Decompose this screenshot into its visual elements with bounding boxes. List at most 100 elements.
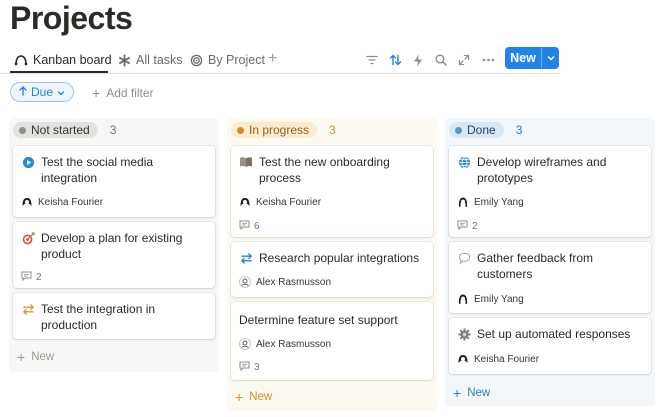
card-title: Test the integration in production xyxy=(21,301,207,333)
sort-chip-due[interactable]: Due xyxy=(10,82,75,102)
task-card[interactable]: Set up automated responses Keisha Fourie… xyxy=(449,318,651,374)
card-title: Set up automated responses xyxy=(457,326,643,342)
plus-icon[interactable]: + xyxy=(268,50,277,68)
comment-count: 3 xyxy=(239,361,260,374)
new-button[interactable]: New xyxy=(505,47,559,69)
tab-label: All tasks xyxy=(136,53,183,67)
more-icon[interactable] xyxy=(481,53,495,67)
task-card[interactable]: Develop a plan for existing product 2 xyxy=(13,222,215,288)
tab-all-tasks[interactable]: All tasks xyxy=(117,50,183,70)
gear-icon xyxy=(457,327,471,341)
card-title-text: Develop a plan for existing product xyxy=(41,231,183,261)
expand-icon[interactable] xyxy=(457,53,471,67)
card-title-text: Determine feature set support xyxy=(239,313,398,327)
assignee: Alex Rasmusson xyxy=(239,276,331,288)
add-card-button[interactable]: + New xyxy=(235,389,272,405)
plus-icon: + xyxy=(17,349,26,365)
task-card[interactable]: Gather feedback from customers Emily Yan… xyxy=(449,242,651,313)
card-title: Test the new onboarding process xyxy=(239,154,425,186)
add-filter-button[interactable]: + Add filter xyxy=(92,85,154,101)
column-header: In progress 3 xyxy=(227,118,437,142)
comment-count: 2 xyxy=(21,271,42,284)
column-header: Done 3 xyxy=(445,118,655,142)
book-icon xyxy=(239,155,253,169)
status-badge: Not started xyxy=(13,122,98,138)
swap-arrows-icon xyxy=(21,302,35,316)
card-title-text: Test the integration in production xyxy=(41,302,156,332)
plus-icon: + xyxy=(92,85,101,101)
comment-count: 2 xyxy=(457,220,478,233)
add-card-button[interactable]: + New xyxy=(17,349,54,365)
task-card[interactable]: Test the new onboarding process Keisha F… xyxy=(231,146,433,237)
chevron-down-icon xyxy=(57,85,65,99)
comment-icon xyxy=(457,220,468,233)
assignee: Emily Yang xyxy=(457,196,524,208)
status-label: Not started xyxy=(31,123,90,137)
tab-by-project[interactable]: By Project xyxy=(189,50,265,70)
assignee-name: Alex Rasmusson xyxy=(256,276,332,288)
comment-icon xyxy=(239,220,250,233)
status-label: In progress xyxy=(249,123,310,137)
assignee: Alex Rasmusson xyxy=(239,338,331,350)
search-icon[interactable] xyxy=(434,53,448,67)
assignee-name: Keisha Fourier xyxy=(256,196,322,208)
target-dart-icon xyxy=(21,231,35,245)
avatar xyxy=(239,338,251,350)
card-title-text: Research popular integrations xyxy=(259,251,420,265)
avatar xyxy=(457,293,469,305)
avatar xyxy=(239,196,251,208)
assignee: Keisha Fourier xyxy=(457,353,539,365)
task-card[interactable]: Develop wireframes and prototypes Emily … xyxy=(449,146,651,237)
add-card-label: New xyxy=(467,387,491,399)
globe-icon xyxy=(457,155,471,169)
task-card[interactable]: Test the social media integration Keisha… xyxy=(13,146,215,217)
assignee: Emily Yang xyxy=(457,293,524,305)
column-count: 3 xyxy=(515,123,523,137)
asterisk-icon xyxy=(117,53,131,67)
card-title: Research popular integrations xyxy=(239,250,425,266)
plus-icon: + xyxy=(453,385,462,401)
board-column-not-started: Not started 3 Test the social media inte… xyxy=(9,118,219,372)
comment-icon xyxy=(21,271,32,284)
comment-icon xyxy=(239,361,250,374)
add-card-label: New xyxy=(31,351,55,363)
tab-kanban-board[interactable]: Kanban board xyxy=(14,50,112,70)
card-title: Determine feature set support xyxy=(239,312,425,328)
card-title-text: Test the social media integration xyxy=(41,155,154,185)
comment-count-value: 2 xyxy=(36,272,42,283)
assignee-name: Emily Yang xyxy=(474,196,524,208)
status-badge: In progress xyxy=(231,122,318,138)
filter-icon[interactable] xyxy=(365,53,379,67)
comment-count: 6 xyxy=(239,220,260,233)
comment-count-value: 2 xyxy=(472,221,478,232)
avatar xyxy=(457,196,469,208)
comment-count-value: 6 xyxy=(254,221,260,232)
task-card[interactable]: Research popular integrations Alex Rasmu… xyxy=(231,242,433,297)
divider xyxy=(0,73,560,74)
chevron-down-icon[interactable] xyxy=(542,55,559,61)
sort-chip-label: Due xyxy=(31,85,54,99)
card-title-text: Develop wireframes and prototypes xyxy=(477,155,607,185)
kanban-icon xyxy=(14,53,28,67)
comment-count-value: 3 xyxy=(254,362,260,373)
board-column-in-progress: In progress 3 Test the new onboarding pr… xyxy=(227,118,437,411)
task-card[interactable]: Test the integration in production xyxy=(13,293,215,339)
assignee: Keisha Fourier xyxy=(239,196,321,208)
view-bar: Kanban board All tasks By Project + xyxy=(0,44,664,74)
column-count: 3 xyxy=(109,123,117,137)
card-title: Develop wireframes and prototypes xyxy=(457,154,643,186)
tab-label: Kanban board xyxy=(33,53,112,67)
avatar xyxy=(457,353,469,365)
avatar xyxy=(21,196,33,208)
card-title: Develop a plan for existing product xyxy=(21,230,207,262)
assignee: Keisha Fourier xyxy=(21,196,103,208)
card-title-text: Gather feedback from customers xyxy=(477,251,594,281)
sort-icon[interactable] xyxy=(388,53,402,67)
lightning-icon[interactable] xyxy=(411,53,425,67)
swap-arrows-icon xyxy=(239,251,253,265)
task-card[interactable]: Determine feature set support Alex Rasmu… xyxy=(231,302,433,380)
status-badge: Done xyxy=(449,122,504,138)
card-title: Test the social media integration xyxy=(21,154,207,186)
status-label: Done xyxy=(467,123,496,137)
add-card-button[interactable]: + New xyxy=(453,385,490,401)
